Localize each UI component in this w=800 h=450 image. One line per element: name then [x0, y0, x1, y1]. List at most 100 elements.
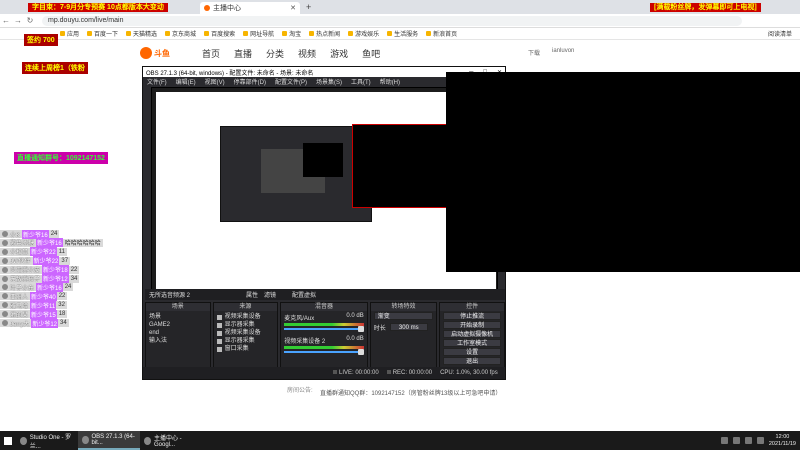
danmu-text: 18 — [58, 311, 66, 318]
danmu-item: 灌的某 新少爷15 18 — [0, 309, 68, 319]
start-recording-button[interactable]: 开始录制 — [443, 321, 501, 329]
scene-item[interactable]: GAME2 — [149, 321, 207, 329]
virtual-config-button[interactable]: 配置虚拟 — [292, 290, 316, 299]
source-item[interactable]: 窗口采集 — [216, 345, 275, 353]
window-icon — [216, 346, 222, 352]
bookmark-item[interactable]: 游戏娱乐 — [348, 29, 379, 38]
stop-stream-button[interactable]: 停止推流 — [443, 312, 501, 320]
reading-list[interactable]: 阅读清单 — [768, 29, 792, 38]
menu-scene-collection[interactable]: 场景集(S) — [316, 77, 342, 86]
menu-edit[interactable]: 编辑(E) — [176, 77, 196, 86]
menu-profile[interactable]: 配置文件(P) — [275, 77, 307, 86]
mixer-channel-db: 0.0 dB — [346, 336, 364, 342]
windows-start-icon[interactable] — [0, 436, 16, 445]
bookmark-item[interactable]: 热点新闻 — [309, 29, 340, 38]
avatar — [2, 231, 8, 237]
bookmark-item[interactable]: 网址导航 — [243, 29, 274, 38]
nav-fishbar[interactable]: 鱼吧 — [362, 47, 380, 60]
nav-live[interactable]: 直播 — [234, 47, 252, 60]
clock[interactable]: 12:00 2021/11/19 — [769, 434, 796, 448]
mixer-channel: 麦克风/Aux 0.0 dB — [281, 311, 367, 334]
exp-label: 签约 700 — [24, 34, 58, 46]
url-text: mp.douyu.com/live/main — [48, 17, 124, 24]
scene-item[interactable]: end — [149, 329, 207, 337]
nav-home[interactable]: 首页 — [202, 47, 220, 60]
settings-button[interactable]: 设置 — [443, 348, 501, 356]
tray-icon[interactable] — [720, 437, 728, 444]
bookmark-item[interactable]: 天猫精选 — [126, 29, 157, 38]
black-source-selected[interactable] — [352, 124, 456, 208]
filters-button[interactable]: 滤镜 — [264, 290, 276, 299]
scene-item[interactable]: 场景 — [149, 313, 207, 321]
volume-icon[interactable] — [744, 437, 752, 444]
danmu-text: 11 — [58, 248, 65, 255]
nav-video[interactable]: 视频 — [298, 47, 316, 60]
menu-file[interactable]: 文件(F) — [147, 77, 167, 86]
source-item[interactable]: 显示器采集 — [216, 321, 275, 329]
avatar — [2, 266, 8, 273]
danmu-item: 无敌熊孩子 新少爷12 34 — [0, 274, 80, 283]
download-link[interactable]: 下载 — [528, 48, 540, 57]
menu-docks[interactable]: 停靠部件(D) — [234, 77, 266, 86]
live-status: LIVE: 00:00:00 — [333, 370, 379, 376]
taskbar-obs[interactable]: OBS 27.1.3 (64-bit... — [78, 431, 140, 450]
danmu-level: 新少爷40 — [30, 291, 57, 301]
taskbar-studio-one[interactable]: Studio One - 罗兰... — [16, 431, 78, 450]
avatar — [2, 248, 8, 255]
danmu-item: 雅马哈 新少爷11 32 — [0, 300, 67, 310]
danmu-item: JW伙伴 新少爷22 37 — [0, 256, 71, 266]
scene-item[interactable]: 输入法 — [149, 337, 207, 345]
danmu-level: 新少爷16 — [36, 282, 63, 292]
danmu-level: 新少爷18 — [42, 265, 69, 275]
danmu-text: 34 — [70, 275, 78, 282]
bookmark-item[interactable]: 百度搜索 — [204, 29, 235, 38]
bookmark-item[interactable]: 京东商城 — [165, 29, 196, 38]
nav-game[interactable]: 游戏 — [330, 47, 348, 60]
bookmark-item[interactable]: 淘宝 — [282, 29, 301, 38]
username[interactable]: ianluvon — [552, 48, 574, 57]
mixer-channel: 视频采集设备 2 0.0 dB — [281, 334, 367, 357]
source-item[interactable]: 视频采集设备 — [216, 313, 275, 321]
danmu-level: 新少爷16 — [36, 238, 63, 248]
source-item[interactable]: 视频采集设备 — [216, 329, 275, 337]
danmu-user: JW伙伴 — [10, 259, 31, 266]
new-tab-button[interactable]: + — [306, 2, 311, 12]
nav-category[interactable]: 分类 — [266, 47, 284, 60]
properties-button[interactable]: 属性 — [246, 290, 258, 299]
virtual-camera-button[interactable]: 启动虚拟摄像机 — [443, 330, 501, 338]
volume-slider[interactable] — [284, 349, 364, 355]
back-icon[interactable]: ← — [0, 16, 12, 25]
danmu-user: 炎浩熊小皮 — [10, 268, 41, 275]
bookmark-item[interactable]: 生活服务 — [387, 29, 418, 38]
danmu-text: 32 — [58, 302, 65, 309]
volume-slider[interactable] — [284, 326, 364, 332]
close-tab-icon[interactable]: ✕ — [290, 4, 296, 12]
taskbar-chrome[interactable]: 主播中心 - Googl... — [140, 431, 202, 450]
tray-icon[interactable] — [732, 437, 740, 444]
reload-icon[interactable]: ↻ — [24, 16, 36, 25]
bookmark-item[interactable]: 百度一下 — [87, 29, 118, 38]
danmu-item: 亚洲人 新少爷40 22 — [0, 291, 68, 301]
bookmark-item[interactable]: 应用 — [60, 29, 79, 38]
transition-select[interactable]: 渐变 — [373, 312, 434, 320]
menu-view[interactable]: 视图(V) — [205, 77, 225, 86]
studio-mode-button[interactable]: 工作室模式 — [443, 339, 501, 347]
browser-tab[interactable]: 主播中心 ✕ — [200, 2, 300, 14]
exit-button[interactable]: 退出 — [443, 357, 501, 365]
douyu-logo[interactable]: 斗鱼 — [140, 45, 188, 61]
forward-icon[interactable]: → — [12, 16, 24, 25]
avatar — [2, 257, 8, 264]
nested-obs-capture — [220, 126, 372, 222]
nested-page-capture — [156, 92, 496, 290]
avatar — [2, 275, 8, 282]
menu-tools[interactable]: 工具(T) — [351, 77, 371, 86]
user-area: 下载 ianluvon — [528, 48, 574, 57]
fish-logo-icon — [140, 47, 152, 59]
url-input[interactable]: mp.douyu.com/live/main — [42, 15, 742, 26]
network-icon[interactable] — [756, 437, 764, 444]
menu-help[interactable]: 帮助(H) — [380, 77, 400, 86]
monitor-icon — [216, 338, 222, 344]
duration-input[interactable]: 300 ms — [389, 323, 428, 331]
source-item[interactable]: 显示器采集 — [216, 337, 275, 345]
bookmark-item[interactable]: 新浪首页 — [426, 29, 457, 38]
